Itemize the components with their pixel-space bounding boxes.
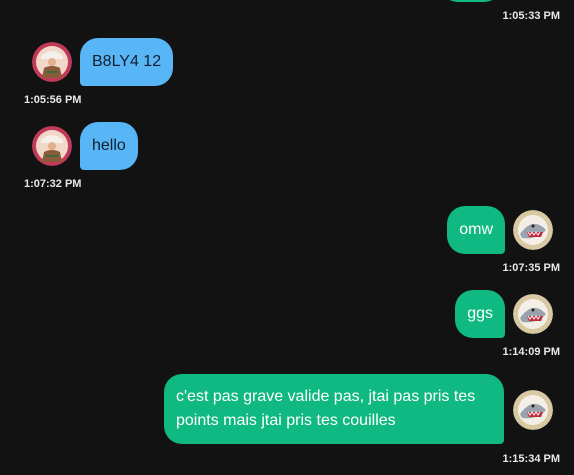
message-bubble-outgoing[interactable]: omw xyxy=(447,206,505,254)
message-timestamp: 1:14:09 PM xyxy=(502,346,560,358)
message-bubble-outgoing-partial xyxy=(440,0,502,2)
message-bubble-outgoing[interactable]: ggs xyxy=(455,290,505,338)
shark-badge-avatar-icon[interactable] xyxy=(513,390,553,430)
chat-message-list[interactable]: 1:05:33 PM B8LY4 12 1:05:56 PM hello 1:0… xyxy=(0,0,574,475)
shark-badge-avatar-icon[interactable] xyxy=(513,294,553,334)
message-timestamp: 1:15:34 PM xyxy=(502,453,560,465)
shark-badge-avatar-icon[interactable] xyxy=(513,210,553,250)
message-bubble-outgoing[interactable]: c'est pas grave valide pas, jtai pas pri… xyxy=(164,374,504,444)
character-avatar-icon[interactable] xyxy=(32,126,72,166)
message-bubble-incoming[interactable]: hello xyxy=(80,122,138,170)
message-timestamp: 1:05:33 PM xyxy=(502,10,560,22)
message-bubble-incoming[interactable]: B8LY4 12 xyxy=(80,38,174,86)
message-timestamp: 1:05:56 PM xyxy=(24,94,82,106)
message-timestamp: 1:07:32 PM xyxy=(24,178,82,190)
message-timestamp: 1:07:35 PM xyxy=(502,262,560,274)
character-avatar-icon[interactable] xyxy=(32,42,72,82)
